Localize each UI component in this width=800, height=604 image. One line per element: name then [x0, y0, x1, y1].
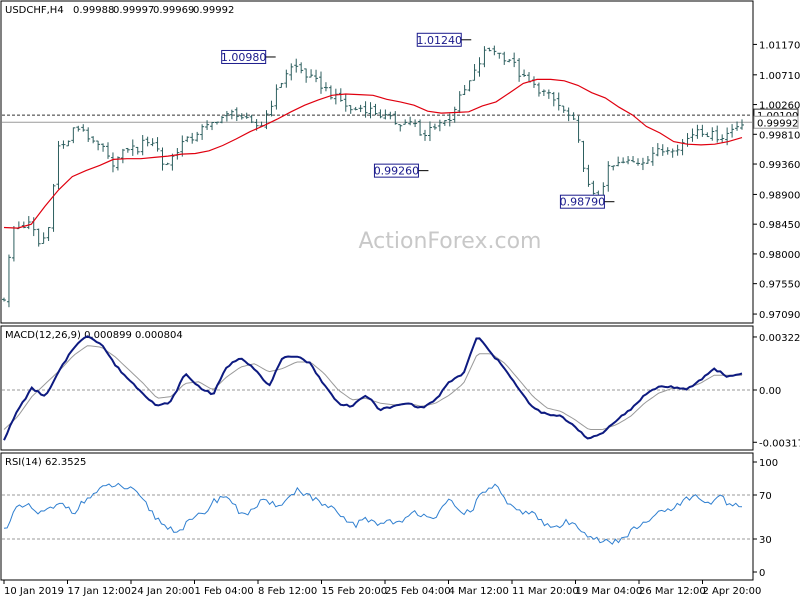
- price-axis-label: 0.99810: [759, 130, 800, 141]
- ohlc-close: 0.99992: [193, 5, 234, 16]
- rsi-axis-label: 100: [759, 458, 778, 469]
- price-axis-label: 1.01170: [759, 40, 800, 51]
- price-axis-label: 0.98450: [759, 220, 800, 231]
- chart-svg: ActionForex.com USDCHF,H4 0.99988 0.9999…: [0, 0, 800, 597]
- time-axis-label: 11 Mar 20:00: [512, 586, 579, 597]
- price-symbol: USDCHF,H4: [5, 5, 64, 16]
- time-axis-label: 4 Mar 12:00: [449, 586, 509, 597]
- macd-panel-frame: [0, 325, 754, 451]
- price-axis-label: 0.97550: [759, 280, 800, 291]
- annotation-label: 0.98790: [560, 196, 606, 209]
- ohlc-high: 0.99997: [113, 5, 154, 16]
- price-axis-label: 1.00710: [759, 71, 800, 82]
- annotation-label: 1.00980: [221, 51, 267, 64]
- time-axis: 10 Jan 2019 17 Jan 12:00 24 Jan 20:00 1 Feb…: [3, 580, 762, 597]
- macd-axis-label: 0.00322: [759, 333, 800, 344]
- price-axis-label: 0.98900: [759, 190, 800, 201]
- price-axis: 1.011701.007101.002600.998100.993600.989…: [753, 40, 800, 321]
- price-axis-label: 0.97090: [759, 310, 800, 321]
- price-axis-label: 0.98000: [759, 250, 800, 261]
- time-axis-label: 10 Jan 2019: [4, 586, 64, 597]
- watermark: ActionForex.com: [359, 229, 542, 254]
- price-labels: 1.001000.99992: [753, 108, 799, 129]
- time-axis-label: 19 Mar 04:00: [576, 586, 643, 597]
- annotation-label: 1.01240: [417, 34, 463, 47]
- time-axis-label: 15 Feb 20:00: [322, 586, 388, 597]
- rsi-axis-label: 30: [759, 535, 772, 546]
- time-axis-label: 17 Jan 12:00: [68, 586, 131, 597]
- ohlc-open: 0.99988: [73, 5, 114, 16]
- rsi-axis-label: 0: [759, 568, 765, 579]
- macd-axis: 0.00322 0.00 -0.003174: [753, 333, 800, 449]
- rsi-panel-frame: [0, 452, 754, 581]
- time-axis-label: 2 Apr 20:00: [703, 586, 762, 597]
- time-axis-label: 25 Feb 04:00: [385, 586, 451, 597]
- time-axis-label: 8 Feb 12:00: [258, 586, 317, 597]
- price-axis-label: 0.99360: [759, 160, 800, 171]
- rsi-axis-label: 70: [759, 491, 772, 502]
- price-tag-label: 0.99992: [757, 118, 798, 129]
- chart-root: ActionForex.com USDCHF,H4 0.99988 0.9999…: [0, 0, 800, 600]
- rsi-title: RSI(14) 62.3525: [5, 457, 86, 468]
- macd-axis-label: -0.003174: [759, 438, 800, 449]
- macd-axis-label: 0.00: [759, 386, 781, 397]
- rsi-axis: 100 70 30 0: [753, 458, 778, 579]
- price-panel-frame: [0, 0, 754, 324]
- time-axis-label: 26 Mar 12:00: [639, 586, 706, 597]
- time-axis-label: 24 Jan 20:00: [131, 586, 194, 597]
- annotation-label: 0.99260: [374, 165, 420, 178]
- time-axis-label: 1 Feb 04:00: [195, 586, 254, 597]
- ohlc-low: 0.99969: [153, 5, 194, 16]
